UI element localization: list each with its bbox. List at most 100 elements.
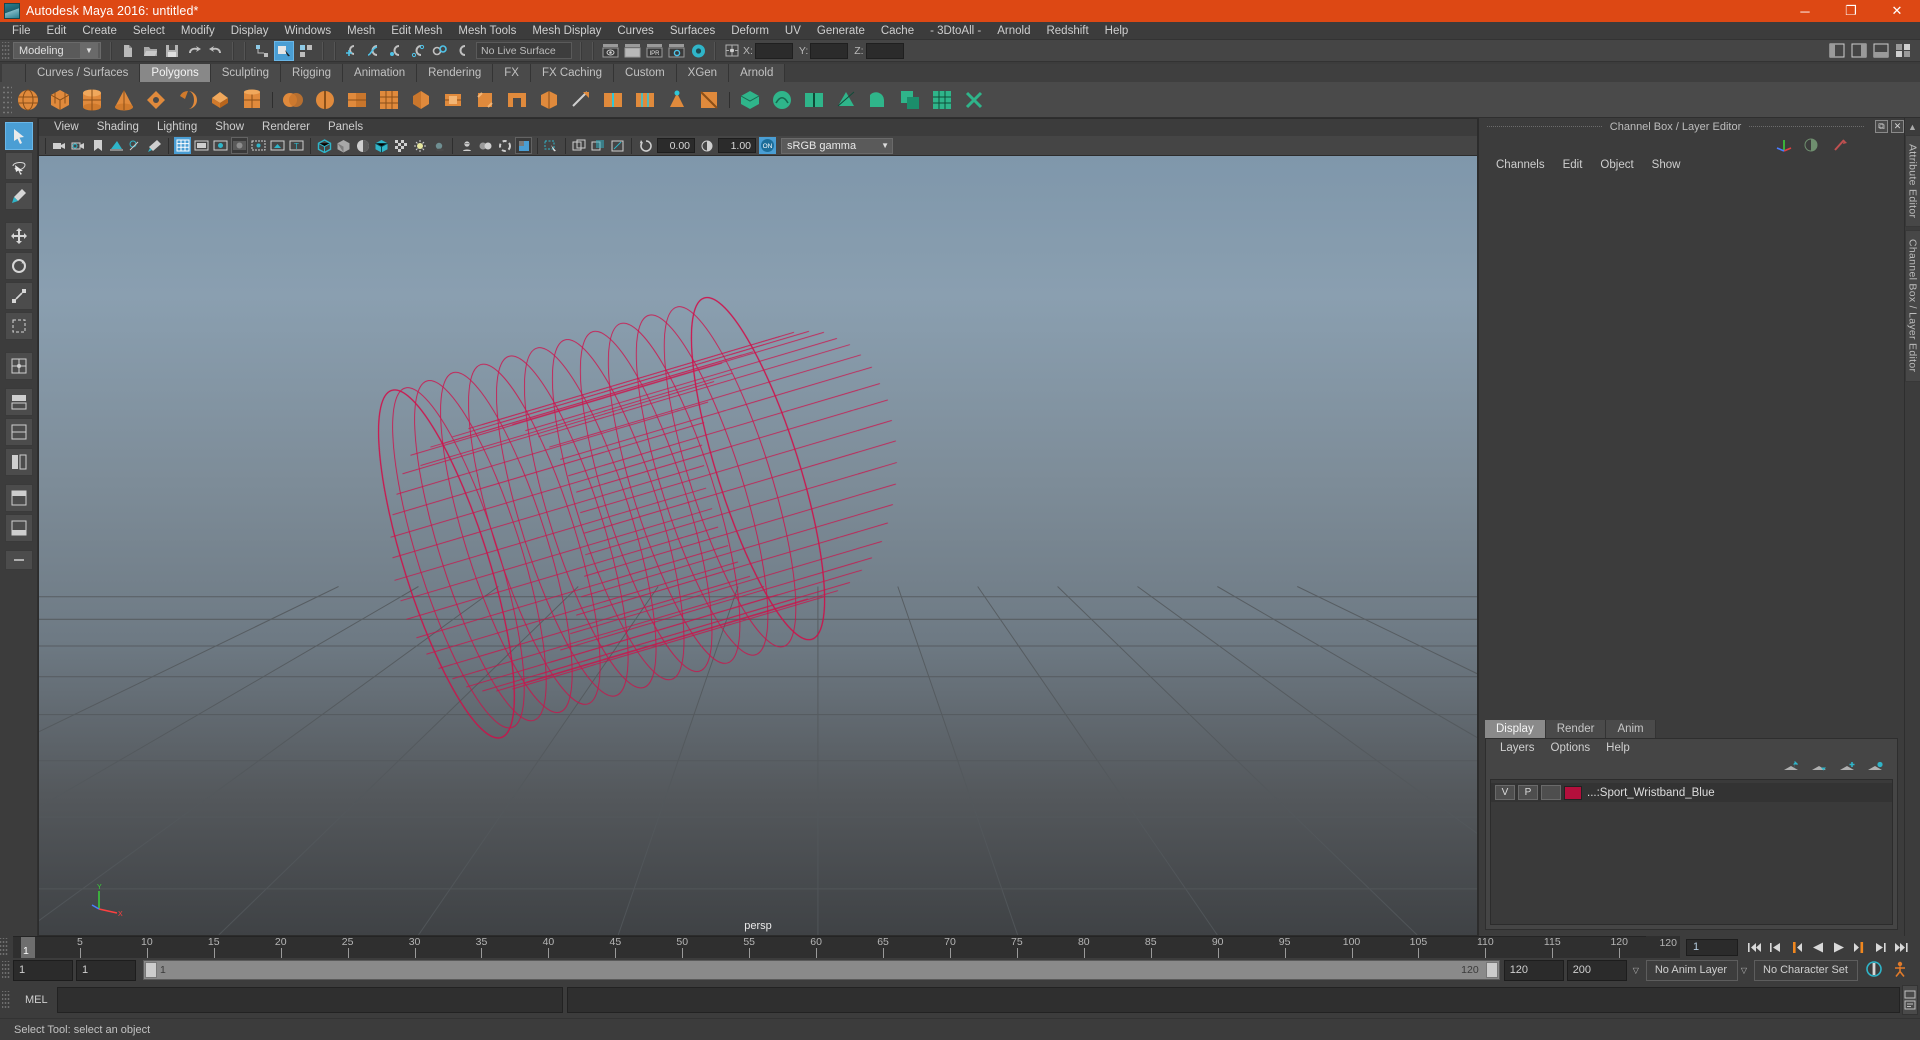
smooth-shade-all-icon[interactable] (335, 137, 352, 154)
select-tool-icon[interactable] (4, 122, 33, 150)
shelf-options-button[interactable] (2, 64, 26, 82)
menu-display[interactable]: Display (223, 22, 277, 40)
viewport-menu-show[interactable]: Show (206, 119, 253, 136)
polygon-cone-icon[interactable] (108, 84, 140, 116)
menu-deform[interactable]: Deform (723, 22, 777, 40)
multi-cut-icon[interactable] (565, 84, 597, 116)
extrude-icon[interactable] (437, 84, 469, 116)
offset-edge-loop-icon[interactable] (629, 84, 661, 116)
view-transform-combo[interactable]: sRGB gamma ▼ (781, 137, 893, 154)
crease-icon[interactable] (693, 84, 725, 116)
perspective-viewport[interactable]: Y X persp (39, 156, 1477, 935)
new-layer-from-selected-icon[interactable] (1865, 760, 1887, 776)
persp-graph-layout-icon[interactable] (4, 418, 33, 446)
film-gate-icon[interactable] (193, 137, 210, 154)
shelf-tab-arnold[interactable]: Arnold (729, 64, 786, 82)
snap-to-view-plane-icon[interactable] (430, 41, 450, 61)
menu-cache[interactable]: Cache (873, 22, 922, 40)
camera-attributes-icon[interactable] (70, 137, 87, 154)
select-by-hierarchy-icon[interactable] (252, 41, 272, 61)
lighting-icon[interactable] (411, 137, 428, 154)
auto-keyframe-icon[interactable] (1864, 960, 1886, 980)
range-end-handle[interactable] (1485, 962, 1498, 978)
shelf-tab-animation[interactable]: Animation (343, 64, 418, 82)
scale-tool-icon[interactable] (4, 282, 33, 310)
layer-playback-toggle[interactable]: P (1518, 785, 1538, 800)
layer-row[interactable]: V P ...:Sport_Wristband_Blue (1491, 783, 1892, 802)
isolate-select-icon[interactable] (543, 137, 560, 154)
persp-outliner-layout-icon[interactable] (4, 388, 33, 416)
animation-preferences-icon[interactable] (1890, 960, 1912, 980)
move-tool-icon[interactable] (4, 222, 33, 250)
layer-visibility-toggle[interactable]: V (1495, 785, 1515, 800)
animation-start-field[interactable]: 1 (13, 959, 73, 981)
command-language-label[interactable]: MEL (13, 994, 57, 1006)
shadows-icon[interactable] (430, 137, 447, 154)
menu-help[interactable]: Help (1097, 22, 1137, 40)
snap-to-grid-icon[interactable] (342, 41, 362, 61)
select-camera-icon[interactable] (51, 137, 68, 154)
gate-mask-icon[interactable] (231, 137, 248, 154)
tab-display[interactable]: Display (1485, 720, 1546, 738)
select-by-object-icon[interactable] (274, 40, 294, 61)
channel-edit-menu[interactable]: Edit (1554, 159, 1592, 171)
quad-draw-icon[interactable] (734, 84, 766, 116)
step-back-frame-icon[interactable] (1767, 939, 1784, 956)
color-management-reset-icon[interactable] (637, 137, 654, 154)
shelf-tab-curves-surfaces[interactable]: Curves / Surfaces (26, 64, 141, 82)
show-hide-tool-settings-icon[interactable] (1871, 41, 1891, 61)
vertical-tab-channel-box[interactable]: Channel Box / Layer Editor (1904, 230, 1920, 382)
step-forward-key-icon[interactable] (1851, 939, 1868, 956)
polygon-cube-icon[interactable] (44, 84, 76, 116)
wedge-icon[interactable] (862, 84, 894, 116)
duplicate-face-icon[interactable] (894, 84, 926, 116)
show-hide-channel-box-icon[interactable] (1893, 41, 1913, 61)
layer-shading-toggle[interactable] (1541, 785, 1561, 800)
menu-select[interactable]: Select (125, 22, 173, 40)
snap-to-projected-center-icon[interactable] (408, 41, 428, 61)
paint-select-tool-icon[interactable] (4, 182, 33, 210)
menu-modify[interactable]: Modify (173, 22, 223, 40)
smooth-icon[interactable] (373, 84, 405, 116)
move-axis-icon[interactable] (1774, 137, 1794, 153)
single-perspective-layout-icon[interactable] (4, 514, 33, 542)
command-input[interactable] (57, 987, 563, 1013)
texture-icon[interactable] (392, 137, 409, 154)
polygon-plane-icon[interactable] (172, 84, 204, 116)
channel-show-menu[interactable]: Show (1643, 159, 1690, 171)
four-view-layout-icon[interactable] (4, 352, 33, 380)
menu-create[interactable]: Create (74, 22, 125, 40)
new-scene-icon[interactable] (118, 41, 138, 61)
menu-uv[interactable]: UV (777, 22, 809, 40)
shade-options-icon[interactable] (354, 137, 371, 154)
range-bar[interactable]: 1 120 (143, 960, 1500, 980)
append-to-polygon-icon[interactable] (533, 84, 565, 116)
menu-windows[interactable]: Windows (276, 22, 339, 40)
command-output[interactable] (567, 987, 1900, 1013)
viewport-menu-lighting[interactable]: Lighting (148, 119, 206, 136)
open-scene-icon[interactable] (140, 41, 160, 61)
shelf-tab-rendering[interactable]: Rendering (417, 64, 494, 82)
motion-blur-icon[interactable] (477, 137, 494, 154)
bookmark-icon[interactable] (89, 137, 106, 154)
multisample-aa-icon[interactable] (496, 137, 513, 154)
menu-generate[interactable]: Generate (809, 22, 873, 40)
viewport-menu-renderer[interactable]: Renderer (253, 119, 319, 136)
menu-3dtoall[interactable]: - 3DtoAll - (922, 22, 989, 40)
move-layer-up-icon[interactable] (1781, 760, 1803, 776)
coord-y-field[interactable] (810, 42, 849, 59)
hypershade-icon[interactable] (688, 41, 708, 61)
play-backwards-icon[interactable] (1809, 939, 1826, 956)
current-frame-field[interactable]: 1 (1686, 938, 1738, 956)
safe-title-icon[interactable]: T (288, 137, 305, 154)
go-to-end-icon[interactable] (1893, 939, 1910, 956)
layer-list[interactable]: V P ...:Sport_Wristband_Blue (1490, 779, 1893, 925)
film-origin-icon[interactable] (250, 137, 267, 154)
polygon-prism-icon[interactable] (236, 84, 268, 116)
lasso-select-tool-icon[interactable] (4, 152, 33, 180)
menu-surfaces[interactable]: Surfaces (662, 22, 723, 40)
step-back-key-icon[interactable] (1788, 939, 1805, 956)
select-by-component-icon[interactable] (296, 41, 316, 61)
polygon-pyramid-icon[interactable] (204, 84, 236, 116)
make-live-icon[interactable] (452, 41, 472, 61)
